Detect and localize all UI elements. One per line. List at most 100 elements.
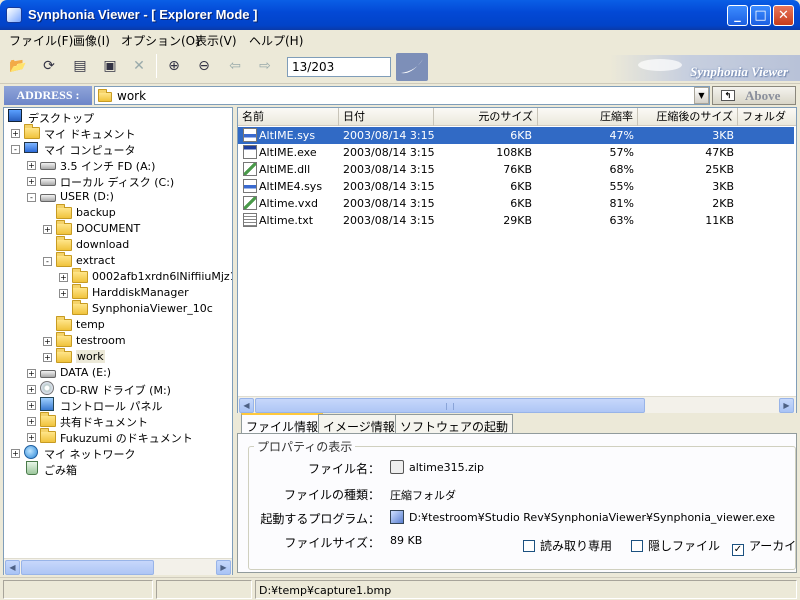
collapse-icon[interactable]: - bbox=[11, 145, 20, 154]
save-icon[interactable]: ▣ bbox=[98, 54, 122, 78]
tree-item[interactable]: download bbox=[4, 236, 232, 253]
expand-icon[interactable]: + bbox=[27, 177, 36, 186]
minimize-button[interactable]: _ bbox=[727, 5, 748, 26]
tree-item[interactable]: + Fukuzumi のドキュメント bbox=[4, 428, 232, 445]
tree-item[interactable]: ごみ箱 bbox=[4, 461, 232, 477]
tree-item[interactable]: backup bbox=[4, 204, 232, 221]
tree-item[interactable]: + testroom bbox=[4, 332, 232, 349]
tree-item-label: マイ コンピュータ bbox=[44, 144, 136, 157]
menu-help[interactable]: ヘルプ(H) bbox=[249, 32, 303, 49]
scroll-left-icon[interactable]: ◀ bbox=[239, 398, 254, 413]
address-dropdown-button[interactable]: ▼ bbox=[694, 87, 709, 104]
file-row[interactable]: AltIME4.sys 2003/08/14 3:15 6KB 55% 3KB bbox=[238, 178, 794, 195]
expand-icon[interactable]: + bbox=[27, 161, 36, 170]
next-arrow-icon[interactable]: ⇨ bbox=[253, 54, 277, 78]
folder-icon bbox=[56, 332, 72, 349]
column-date[interactable]: 日付 bbox=[339, 108, 434, 126]
tree-item[interactable]: + CD-RW ドライブ (M:) bbox=[4, 381, 232, 397]
expand-icon[interactable]: + bbox=[27, 385, 36, 394]
expand-icon[interactable]: + bbox=[59, 273, 68, 282]
file-row[interactable]: Altime.txt 2003/08/14 3:15 29KB 63% 11KB bbox=[238, 212, 794, 229]
expand-icon[interactable]: + bbox=[27, 401, 36, 410]
menu-bar: ファイル(F) 画像(I) オプション(O) 表示(V) ヘルプ(H) bbox=[0, 30, 800, 49]
column-compression-ratio[interactable]: 圧縮率 bbox=[538, 108, 638, 126]
expand-icon[interactable]: + bbox=[27, 433, 36, 442]
file-compression-ratio: 63% bbox=[609, 214, 634, 227]
expand-icon[interactable]: + bbox=[11, 129, 20, 138]
above-button[interactable]: ↰ Above bbox=[712, 86, 796, 105]
previous-arrow-icon[interactable]: ⇦ bbox=[223, 54, 247, 78]
tree-item[interactable]: + work bbox=[4, 348, 232, 365]
tree-item[interactable]: SynphoniaViewer_10c bbox=[4, 300, 232, 317]
tree-item-label: download bbox=[76, 238, 130, 251]
tree-item[interactable]: + HarddiskManager bbox=[4, 284, 232, 301]
tree-horizontal-scrollbar[interactable]: ◀ ▶ bbox=[4, 558, 232, 575]
tree-item[interactable]: +0002afb1xrdn6lNiffiiuMjz1 bbox=[4, 268, 232, 285]
collapse-icon[interactable]: - bbox=[27, 193, 36, 202]
title-bar: Synphonia Viewer - [ Explorer Mode ] _ □… bbox=[0, 0, 800, 30]
file-name: Altime.vxd bbox=[259, 197, 318, 210]
file-row[interactable]: AltIME.sys 2003/08/14 3:15 6KB 47% 3KB bbox=[238, 127, 794, 144]
tree-item[interactable]: + マイ ドキュメント bbox=[4, 124, 232, 141]
expand-icon[interactable]: + bbox=[43, 337, 52, 346]
scroll-left-icon[interactable]: ◀ bbox=[5, 560, 20, 575]
refresh-icon[interactable]: ⟳ bbox=[37, 54, 61, 78]
tab-file-info[interactable]: ファイル情報 bbox=[241, 413, 324, 434]
collapse-icon[interactable]: - bbox=[43, 257, 52, 266]
column-compressed-size[interactable]: 圧縮後のサイズ bbox=[638, 108, 738, 126]
tree-item[interactable]: temp bbox=[4, 316, 232, 333]
file-row[interactable]: Altime.vxd 2003/08/14 3:15 6KB 81% 2KB bbox=[238, 195, 794, 212]
tree-item[interactable]: - USER (D:) bbox=[4, 189, 232, 205]
scroll-right-icon[interactable]: ▶ bbox=[779, 398, 794, 413]
tree-item[interactable]: +3.5 インチ FD (A:) bbox=[4, 157, 232, 173]
expand-icon[interactable]: + bbox=[11, 449, 20, 458]
column-name[interactable]: 名前 bbox=[238, 108, 339, 126]
tree-item[interactable]: デスクトップ bbox=[4, 109, 232, 125]
readonly-checkbox[interactable]: 読み取り専用 bbox=[523, 537, 612, 554]
expand-icon[interactable]: + bbox=[43, 225, 52, 234]
zoom-in-icon[interactable]: ⊕ bbox=[162, 54, 186, 78]
scroll-thumb[interactable] bbox=[255, 398, 645, 413]
menu-image[interactable]: 画像(I) bbox=[73, 32, 110, 49]
menu-options[interactable]: オプション(O) bbox=[121, 32, 200, 49]
tree-item[interactable]: - extract bbox=[4, 252, 232, 269]
expand-icon[interactable]: + bbox=[59, 289, 68, 298]
tree-item[interactable]: + コントロール パネル bbox=[4, 397, 232, 413]
scroll-right-icon[interactable]: ▶ bbox=[216, 560, 231, 575]
column-folder[interactable]: フォルダ bbox=[738, 108, 796, 126]
scroll-thumb[interactable] bbox=[21, 560, 154, 575]
hidden-checkbox[interactable]: 隠しファイル bbox=[631, 537, 720, 554]
tree-item-label: backup bbox=[76, 206, 116, 219]
column-original-size[interactable]: 元のサイズ bbox=[434, 108, 538, 126]
tree-item[interactable]: + 共有ドキュメント bbox=[4, 412, 232, 429]
tree-item[interactable]: + DATA (E:) bbox=[4, 365, 232, 381]
close-button[interactable]: ✕ bbox=[773, 5, 794, 26]
expand-icon[interactable]: + bbox=[27, 417, 36, 426]
menu-view[interactable]: 表示(V) bbox=[195, 32, 237, 49]
file-list[interactable]: 名前 日付 元のサイズ 圧縮率 圧縮後のサイズ フォルダ AltIME.sys 2… bbox=[237, 107, 797, 414]
tree-item[interactable]: + ローカル ディスク (C:) bbox=[4, 173, 232, 189]
tab-launch-software[interactable]: ソフトウェアの起動 bbox=[395, 414, 514, 434]
folder-tree[interactable]: デスクトップ + マイ ドキュメント - マイ コンピュータ +3.5 インチ FD (A… bbox=[3, 107, 233, 575]
address-input[interactable]: work bbox=[94, 86, 710, 105]
file-row[interactable]: AltIME.dll 2003/08/14 3:15 76KB 68% 25KB bbox=[238, 161, 794, 178]
tree-item[interactable]: - マイ コンピュータ bbox=[4, 141, 232, 157]
tree-item[interactable]: + DOCUMENT bbox=[4, 220, 232, 237]
file-row[interactable]: AltIME.exe 2003/08/14 3:15 108KB 57% 47KB bbox=[238, 144, 794, 161]
file-original-size: 6KB bbox=[510, 129, 532, 142]
status-path: D:¥temp¥capture1.bmp bbox=[255, 580, 797, 599]
tab-image-info[interactable]: イメージ情報 bbox=[318, 414, 400, 434]
archive-checkbox[interactable]: ✓ アーカイブ bbox=[732, 537, 796, 556]
tree-item-label: マイ ドキュメント bbox=[44, 128, 136, 141]
tree-item[interactable]: + マイ ネットワーク bbox=[4, 445, 232, 461]
expand-icon[interactable]: + bbox=[43, 353, 52, 362]
file-date: 2003/08/14 3:15 bbox=[343, 163, 435, 176]
expand-icon[interactable]: + bbox=[27, 369, 36, 378]
maximize-button[interactable]: □ bbox=[750, 5, 771, 26]
filmstrip-icon[interactable]: ▤ bbox=[68, 54, 92, 78]
zoom-out-icon[interactable]: ⊖ bbox=[192, 54, 216, 78]
open-folder-icon[interactable]: 📂 bbox=[6, 54, 30, 78]
filelist-horizontal-scrollbar[interactable]: ◀ ▶ bbox=[238, 396, 796, 413]
delete-icon[interactable]: ✕ bbox=[127, 54, 151, 78]
menu-file[interactable]: ファイル(F) bbox=[9, 32, 73, 49]
